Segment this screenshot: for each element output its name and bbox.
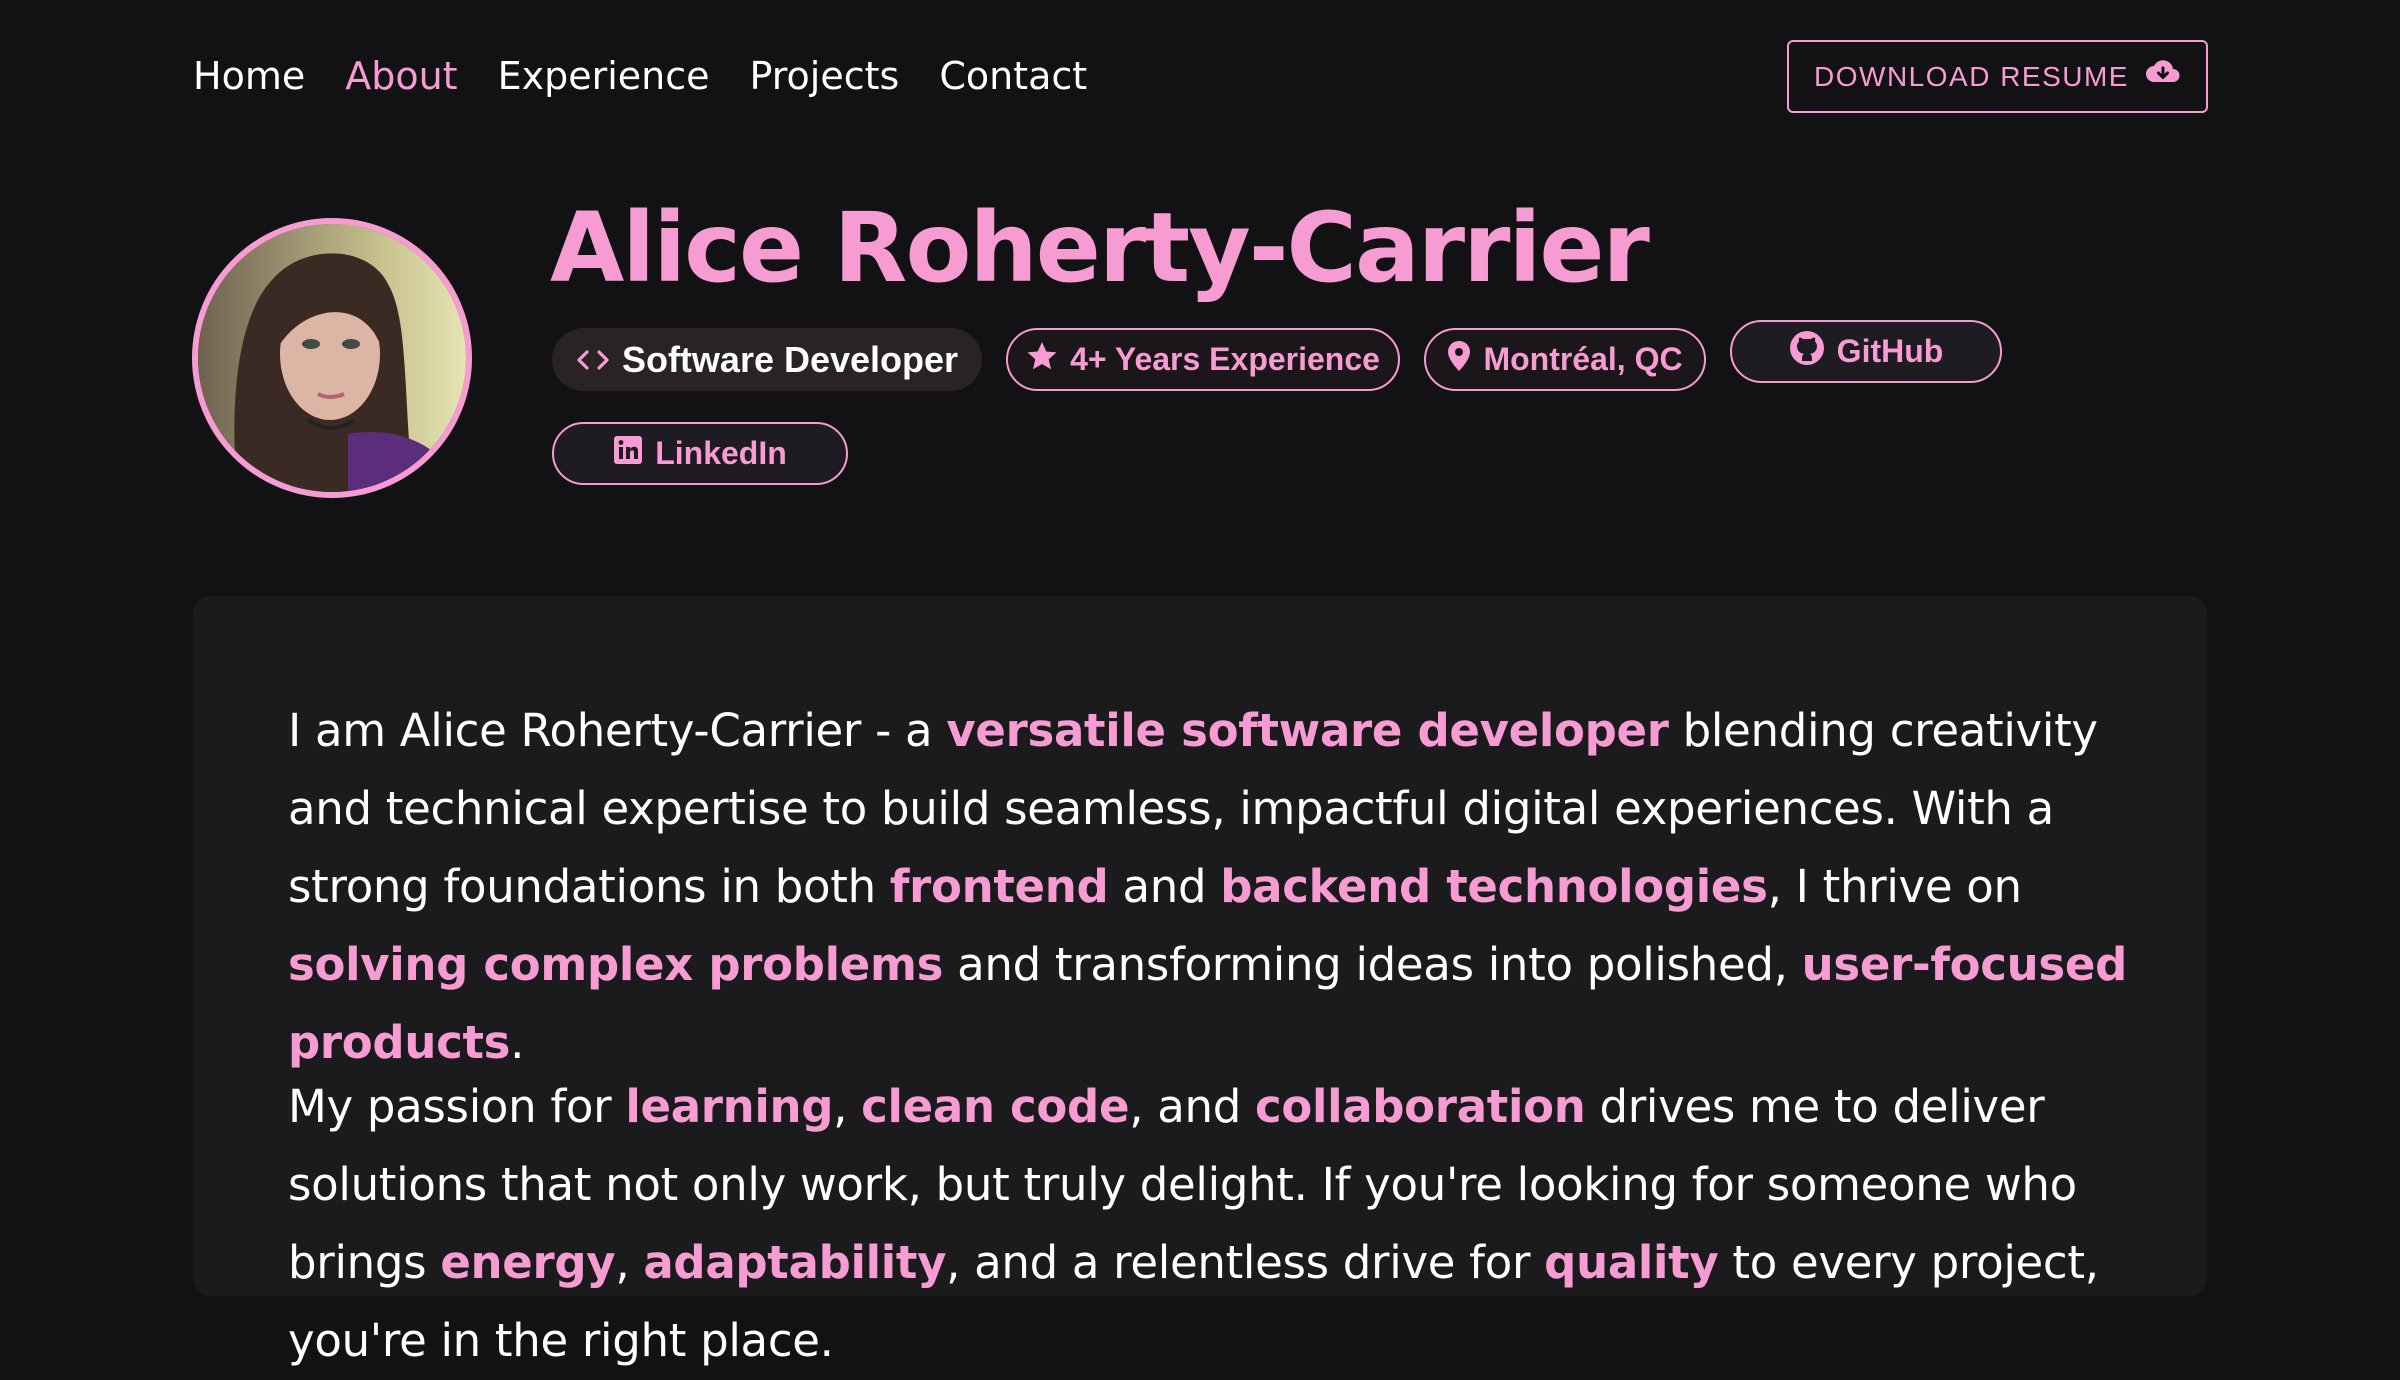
experience-badge-label: 4+ Years Experience	[1070, 341, 1380, 377]
highlight-text: energy	[440, 1236, 616, 1289]
highlight-text: adaptability	[643, 1236, 947, 1289]
body-text: , and	[1129, 1080, 1255, 1133]
body-text: My passion for	[288, 1080, 626, 1133]
main-nav: Home About Experience Projects Contact	[193, 48, 1087, 104]
github-icon	[1789, 330, 1825, 374]
highlight-text: backend technologies	[1220, 860, 1768, 913]
highlight-text: clean code	[861, 1080, 1130, 1133]
avatar	[192, 218, 472, 498]
nav-home[interactable]: Home	[193, 48, 305, 104]
star-icon	[1026, 341, 1058, 379]
nav-contact[interactable]: Contact	[939, 48, 1087, 104]
experience-badge: 4+ Years Experience	[1006, 328, 1400, 391]
location-pin-icon	[1447, 340, 1471, 380]
body-text: , I thrive on	[1767, 860, 2022, 913]
nav-projects[interactable]: Projects	[750, 48, 900, 104]
download-resume-label: DOWNLOAD RESUME	[1814, 60, 2129, 92]
nav-experience[interactable]: Experience	[498, 48, 710, 104]
highlight-text: frontend	[889, 860, 1109, 913]
highlight-text: collaboration	[1254, 1080, 1586, 1133]
linkedin-icon	[613, 435, 643, 473]
body-text: and	[1108, 860, 1221, 913]
nav-about[interactable]: About	[345, 48, 457, 104]
cloud-download-icon	[2145, 59, 2181, 94]
body-text: I am Alice Roherty-Carrier - a	[288, 704, 947, 757]
highlight-text: learning	[625, 1080, 834, 1133]
about-paragraph-2: My passion for learning, clean code, and…	[288, 1068, 2128, 1380]
download-resume-button[interactable]: DOWNLOAD RESUME	[1787, 40, 2208, 113]
highlight-text: quality	[1544, 1236, 1719, 1289]
body-text: ,	[615, 1236, 644, 1289]
location-badge-label: Montréal, QC	[1483, 341, 1683, 377]
role-badge-label: Software Developer	[621, 338, 959, 380]
location-badge: Montréal, QC	[1424, 328, 1706, 391]
role-badge: Software Developer	[552, 328, 982, 391]
highlight-text: versatile software developer	[946, 704, 1669, 757]
body-text: and transforming ideas into polished,	[943, 938, 1802, 991]
highlight-text: solving complex problems	[288, 938, 944, 991]
linkedin-button[interactable]: LinkedIn	[552, 422, 848, 485]
about-paragraph-1: I am Alice Roherty-Carrier - a versatile…	[288, 692, 2128, 1082]
profile-name: Alice Roherty-Carrier	[550, 192, 1650, 304]
body-text: , and a relentless drive for	[946, 1236, 1545, 1289]
github-button[interactable]: GitHub	[1730, 320, 2002, 383]
linkedin-label: LinkedIn	[655, 435, 787, 471]
code-icon	[576, 339, 610, 381]
github-label: GitHub	[1836, 333, 1944, 369]
body-text: ,	[833, 1080, 862, 1133]
body-text: .	[510, 1016, 525, 1069]
